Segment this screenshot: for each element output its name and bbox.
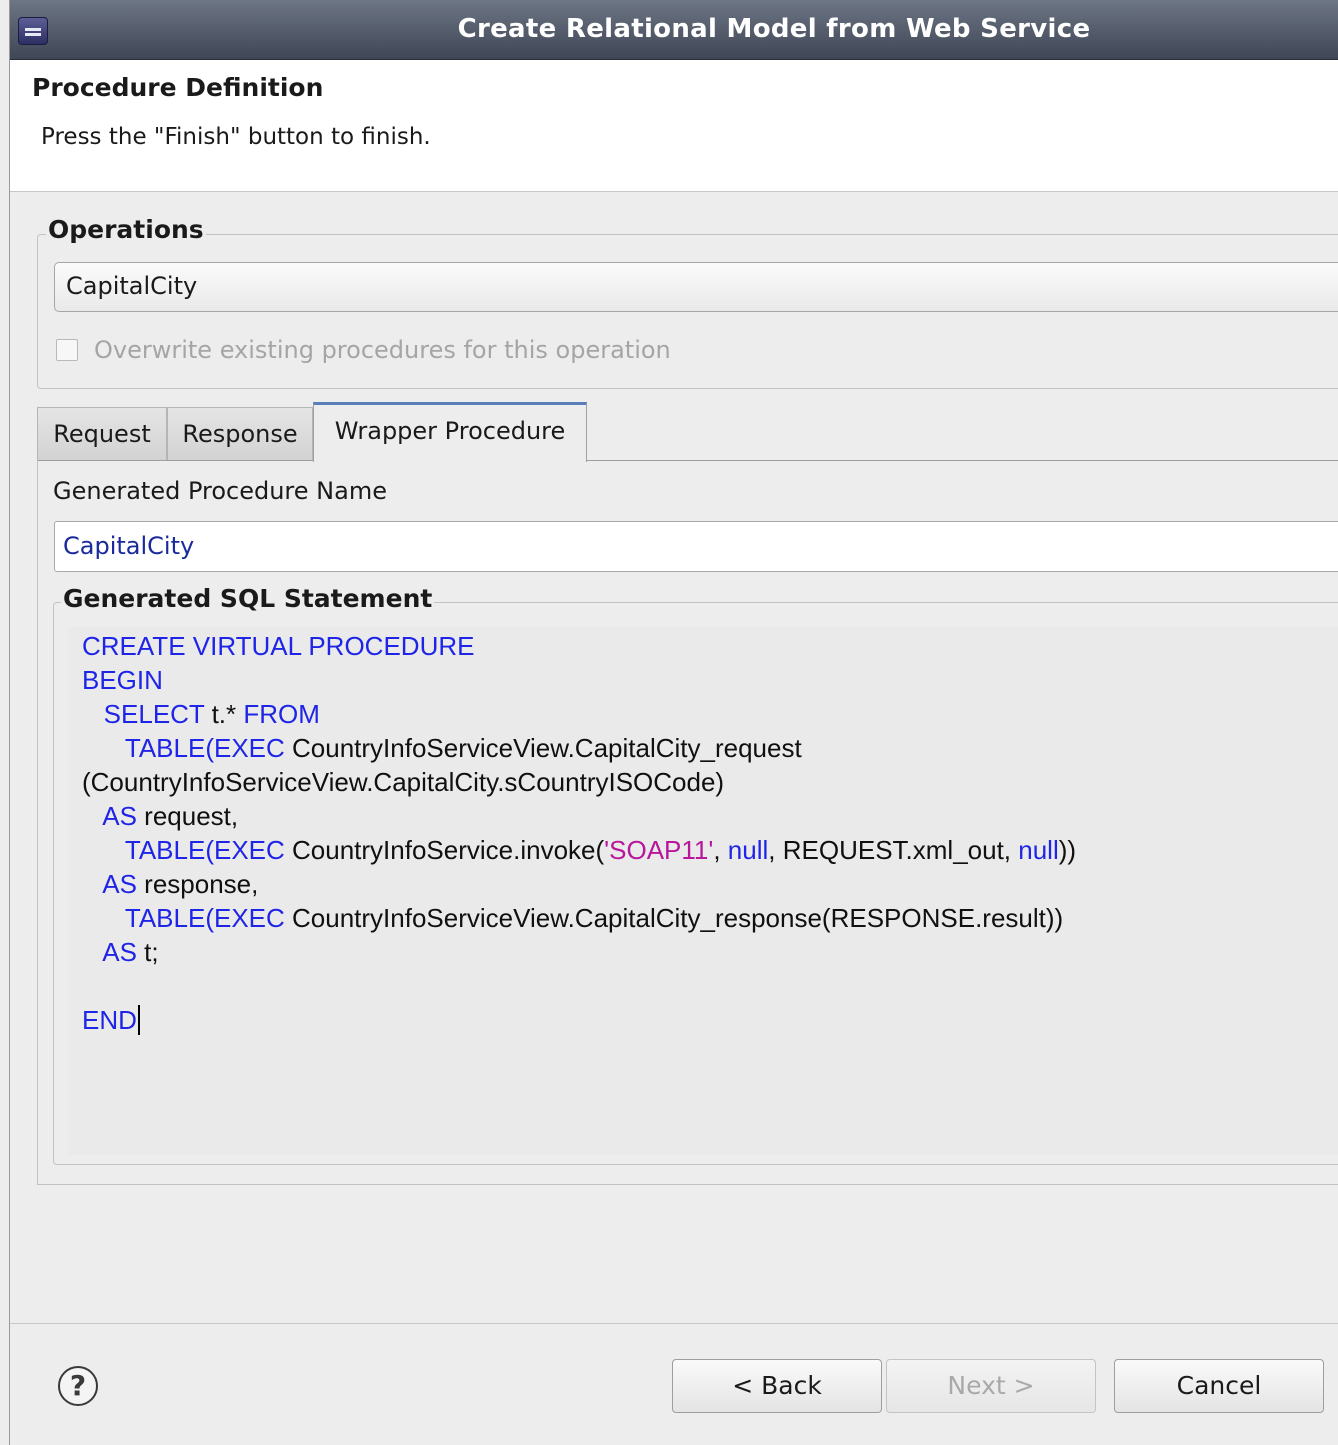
sql-text: CountryInfoServiceView.CapitalCity_respo… [284, 903, 1064, 933]
sql-keyword: EXEC [213, 835, 285, 865]
sql-line: TABLE(EXEC CountryInfoService.invoke('SO… [82, 833, 1076, 867]
sql-keyword: EXEC [213, 733, 285, 763]
sql-line: END [82, 1003, 140, 1037]
sql-statement-legend: Generated SQL Statement [61, 584, 435, 613]
overwrite-option: Overwrite existing procedures for this o… [56, 336, 671, 364]
sql-line: SELECT t.* FROM [82, 697, 320, 731]
sql-text: response, [136, 869, 259, 899]
sql-keyword: AS [102, 801, 137, 831]
tab-request[interactable]: Request [37, 407, 167, 461]
button-bar-separator [10, 1323, 1338, 1324]
dialog-window: Create Relational Model from Web Service… [9, 0, 1338, 1445]
page-title: Procedure Definition [32, 73, 324, 102]
page-message: Press the "Finish" button to finish. [41, 124, 431, 150]
sql-text: t; [136, 937, 159, 967]
sql-line: BEGIN [82, 663, 163, 697]
sql-keyword: EXEC [213, 903, 285, 933]
sql-line: AS request, [82, 799, 238, 833]
cancel-button[interactable]: Cancel [1114, 1359, 1324, 1413]
sql-keyword: SELECT [103, 699, 205, 729]
sql-text: t.* [204, 699, 244, 729]
next-button[interactable]: Next > [886, 1359, 1096, 1413]
overwrite-checkbox[interactable] [56, 339, 78, 361]
sql-keyword: CREATE VIRTUAL PROCEDURE [82, 631, 475, 661]
sql-text: (CountryInfoServiceView.CapitalCity.sCou… [82, 767, 725, 797]
sql-line: AS response, [82, 867, 258, 901]
tab-response[interactable]: Response [167, 407, 313, 461]
sql-line: CREATE VIRTUAL PROCEDURE [82, 629, 474, 663]
title-bar[interactable]: Create Relational Model from Web Service [10, 0, 1338, 60]
sql-text: , REQUEST.xml_out, [768, 835, 1019, 865]
window-title: Create Relational Model from Web Service [457, 14, 1091, 44]
sql-keyword: TABLE( [124, 733, 214, 763]
sql-editor[interactable]: CREATE VIRTUAL PROCEDURE BEGIN SELECT t.*… [68, 627, 1338, 1155]
sql-text: )) [1058, 835, 1077, 865]
sql-keyword: TABLE( [124, 835, 214, 865]
text-caret [137, 1005, 140, 1035]
sql-text: request, [136, 801, 239, 831]
back-button[interactable]: < Back [672, 1359, 882, 1413]
sql-line: (CountryInfoServiceView.CapitalCity.sCou… [82, 765, 724, 799]
sql-keyword: BEGIN [82, 665, 163, 695]
wizard-header: Procedure Definition Press the "Finish" … [10, 60, 1338, 192]
sql-line: TABLE(EXEC CountryInfoServiceView.Capita… [82, 901, 1063, 935]
sql-text: , [713, 835, 728, 865]
question-mark-icon[interactable]: ? [58, 1366, 98, 1406]
tab-wrapper-procedure[interactable]: Wrapper Procedure [313, 402, 587, 462]
sql-keyword: TABLE( [124, 903, 214, 933]
operations-legend: Operations [46, 215, 206, 244]
sql-text: CountryInfoServiceView.CapitalCity_reque… [284, 733, 802, 763]
sql-line: TABLE(EXEC CountryInfoServiceView.Capita… [82, 731, 802, 765]
sql-keyword: END [82, 1005, 137, 1035]
overwrite-label: Overwrite existing procedures for this o… [94, 336, 671, 364]
sql-keyword: FROM [243, 699, 320, 729]
sql-line: AS t; [82, 935, 159, 969]
sql-keyword: AS [102, 869, 137, 899]
sql-text: CountryInfoService.invoke( [284, 835, 605, 865]
procedure-name-label: Generated Procedure Name [53, 477, 387, 505]
procedure-name-input[interactable]: CapitalCity [54, 521, 1338, 572]
sql-keyword: null [727, 835, 769, 865]
sql-keyword: AS [102, 937, 137, 967]
sql-keyword: null [1018, 835, 1059, 865]
sql-string: 'SOAP11' [604, 835, 714, 865]
operations-combo[interactable]: CapitalCity [54, 262, 1338, 312]
